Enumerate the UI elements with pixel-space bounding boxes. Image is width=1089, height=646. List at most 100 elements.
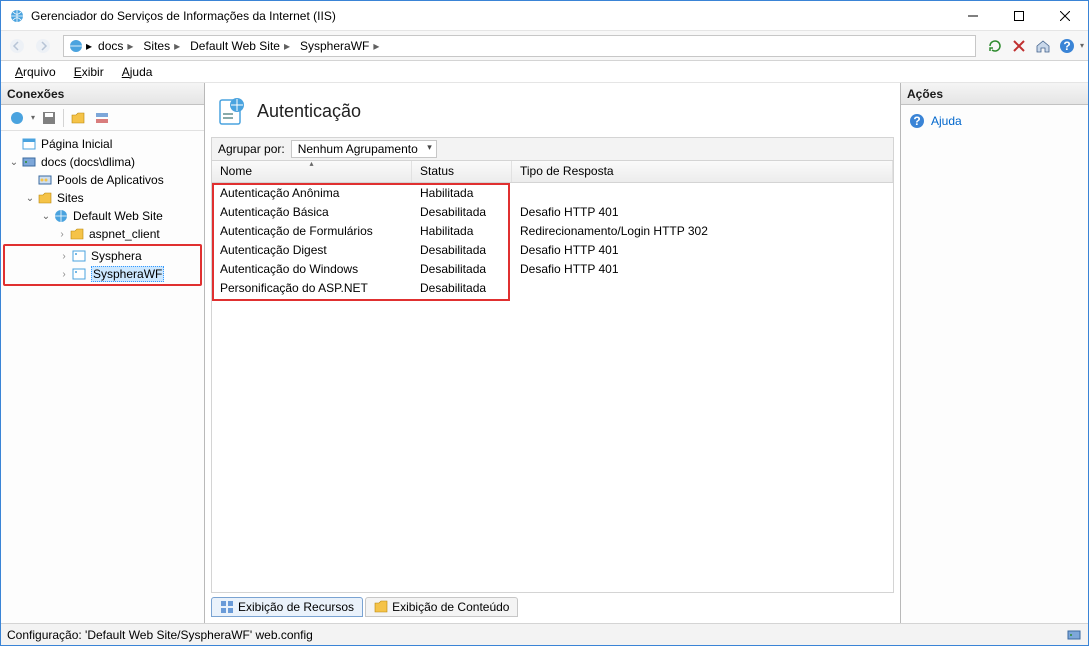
breadcrumb[interactable]: ▸ docs▸ Sites▸ Default Web Site▸ Syspher… [63, 35, 976, 57]
cell-name: Autenticação Digest [212, 243, 412, 257]
tab-content-view[interactable]: Exibição de Conteúdo [365, 597, 518, 617]
close-button[interactable] [1042, 1, 1088, 31]
action-help[interactable]: ? Ajuda [909, 111, 1080, 131]
list-row[interactable]: Autenticação AnônimaHabilitada [212, 183, 893, 202]
column-name[interactable]: Nome▴ [212, 161, 412, 182]
connections-toolbar: ▾ [1, 105, 204, 131]
list-body[interactable]: Autenticação AnônimaHabilitadaAutenticaç… [212, 183, 893, 592]
home-icon [21, 136, 37, 152]
crumb-default-web-site[interactable]: Default Web Site▸ [186, 39, 294, 53]
tree-default-web-site[interactable]: ⌄ Default Web Site [3, 207, 202, 225]
view-tabs: Exibição de Recursos Exibição de Conteúd… [211, 593, 894, 617]
feature-title: Autenticação [257, 101, 361, 122]
title-bar: Gerenciador do Serviços de Informações d… [1, 1, 1088, 31]
cell-status: Habilitada [412, 224, 512, 238]
nav-forward-button[interactable] [31, 34, 55, 58]
help-icon: ? [909, 113, 925, 129]
breadcrumb-root-icon [68, 38, 84, 54]
tree-server[interactable]: ⌄ docs (docs\dlima) [3, 153, 202, 171]
status-bar: Configuração: 'Default Web Site/Sysphera… [1, 623, 1088, 645]
list-header: Nome▴ Status Tipo de Resposta [212, 161, 893, 183]
cell-name: Autenticação Anônima [212, 186, 412, 200]
cell-response: Desafio HTTP 401 [512, 205, 893, 219]
connections-panel: Conexões ▾ Página Inicial ⌄ docs (docs\d… [1, 83, 205, 623]
actions-header: Ações [901, 83, 1088, 105]
cell-status: Desabilitada [412, 205, 512, 219]
stop-button[interactable] [1008, 35, 1030, 57]
cell-status: Habilitada [412, 186, 512, 200]
cell-status: Desabilitada [412, 243, 512, 257]
list-row[interactable]: Autenticação de FormuláriosHabilitadaRed… [212, 221, 893, 240]
help-button[interactable]: ? [1056, 35, 1078, 57]
authentication-icon [215, 95, 247, 127]
crumb-syspherawf[interactable]: SyspheraWF▸ [296, 39, 383, 53]
list-row[interactable]: Autenticação BásicaDesabilitadaDesafio H… [212, 202, 893, 221]
list-row[interactable]: Personificação do ASP.NETDesabilitada [212, 278, 893, 297]
status-config-text: Configuração: 'Default Web Site/Sysphera… [7, 628, 313, 642]
menu-file[interactable]: Arquivo [7, 63, 64, 81]
navigation-bar: ▸ docs▸ Sites▸ Default Web Site▸ Syspher… [1, 31, 1088, 61]
column-response-type[interactable]: Tipo de Resposta [512, 161, 893, 182]
menu-bar: Arquivo Exibir Ajuda [1, 61, 1088, 83]
tree-app-pools[interactable]: Pools de Aplicativos [3, 171, 202, 189]
cell-response: Desafio HTTP 401 [512, 262, 893, 276]
connections-tree[interactable]: Página Inicial ⌄ docs (docs\dlima) Pools… [1, 131, 204, 623]
home-button[interactable] [1032, 35, 1054, 57]
tree-sysphera[interactable]: › Sysphera [5, 247, 200, 265]
crumb-docs[interactable]: docs▸ [94, 39, 137, 53]
server-icon [21, 154, 37, 170]
status-server-icon [1066, 627, 1082, 643]
svg-text:?: ? [913, 114, 920, 128]
actions-panel: Ações ? Ajuda [900, 83, 1088, 623]
tree-home[interactable]: Página Inicial [3, 135, 202, 153]
app-icon [9, 8, 25, 24]
save-button[interactable] [39, 108, 59, 128]
nav-back-button[interactable] [5, 34, 29, 58]
authentication-list: Nome▴ Status Tipo de Resposta Autenticaç… [211, 161, 894, 593]
content-area: Autenticação Agrupar por: Nenhum Agrupam… [205, 83, 900, 623]
minimize-button[interactable] [950, 1, 996, 31]
tree-syspherawf[interactable]: › SyspheraWF [5, 265, 200, 283]
refresh-button[interactable] [984, 35, 1006, 57]
menu-view[interactable]: Exibir [66, 63, 112, 81]
app-pools-icon [37, 172, 53, 188]
column-status[interactable]: Status [412, 161, 512, 182]
help-dropdown-icon[interactable]: ▾ [1080, 41, 1084, 50]
cell-status: Desabilitada [412, 262, 512, 276]
cell-name: Personificação do ASP.NET [212, 281, 412, 295]
group-by-row: Agrupar por: Nenhum Agrupamento [211, 137, 894, 161]
webapp-icon [71, 248, 87, 264]
connect-button[interactable] [7, 108, 27, 128]
webapp-icon [71, 266, 87, 282]
cell-status: Desabilitada [412, 281, 512, 295]
content-view-icon [374, 600, 388, 614]
tree-sites[interactable]: ⌄ Sites [3, 189, 202, 207]
group-by-combo[interactable]: Nenhum Agrupamento [291, 140, 437, 158]
connect-dropdown-icon[interactable]: ▾ [31, 113, 35, 122]
feature-header: Autenticação [211, 89, 894, 137]
tree-aspnet-client[interactable]: › aspnet_client [3, 225, 202, 243]
cell-name: Autenticação Básica [212, 205, 412, 219]
connections-header: Conexões [1, 83, 204, 105]
menu-help[interactable]: Ajuda [114, 63, 161, 81]
chevron-right-icon: ▸ [86, 39, 92, 53]
website-icon [53, 208, 69, 224]
server-farm-button[interactable] [92, 108, 112, 128]
maximize-button[interactable] [996, 1, 1042, 31]
folder-icon [69, 226, 85, 242]
window-title: Gerenciador do Serviços de Informações d… [31, 9, 950, 23]
up-level-button[interactable] [68, 108, 88, 128]
window-controls [950, 1, 1088, 31]
list-row[interactable]: Autenticação DigestDesabilitadaDesafio H… [212, 240, 893, 259]
crumb-sites[interactable]: Sites▸ [139, 39, 184, 53]
features-view-icon [220, 600, 234, 614]
list-row[interactable]: Autenticação do WindowsDesabilitadaDesaf… [212, 259, 893, 278]
tab-features-view[interactable]: Exibição de Recursos [211, 597, 363, 617]
svg-text:?: ? [1063, 39, 1070, 53]
sites-folder-icon [37, 190, 53, 206]
cell-response: Desafio HTTP 401 [512, 243, 893, 257]
cell-name: Autenticação de Formulários [212, 224, 412, 238]
main-area: Conexões ▾ Página Inicial ⌄ docs (docs\d… [1, 83, 1088, 623]
cell-response: Redirecionamento/Login HTTP 302 [512, 224, 893, 238]
sort-asc-icon: ▴ [309, 159, 313, 168]
